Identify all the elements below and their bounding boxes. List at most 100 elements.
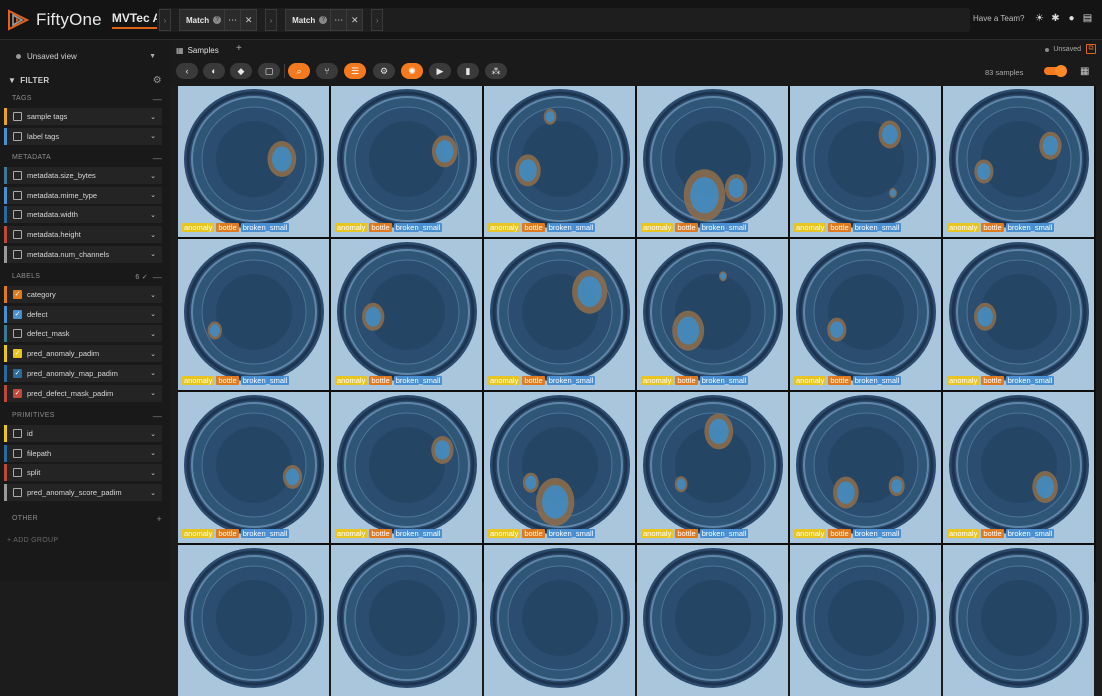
- collapse-icon[interactable]: —: [153, 411, 162, 421]
- group-header-primitives[interactable]: PRIMITIVES —: [12, 411, 162, 421]
- sample-card[interactable]: anomaly bottle broken_small: [637, 239, 788, 390]
- patches-icon[interactable]: ▢: [258, 63, 280, 79]
- field-checkbox[interactable]: ✓: [13, 309, 22, 319]
- gear-icon[interactable]: ⚙: [153, 75, 162, 86]
- more-options-icon[interactable]: ⋯: [224, 10, 240, 30]
- sample-card[interactable]: [178, 545, 329, 696]
- embeddings-scatter-icon[interactable]: ⁂: [485, 63, 507, 79]
- field-row[interactable]: metadata.mime_type ⌄: [4, 186, 162, 204]
- field-checkbox[interactable]: ✓: [13, 368, 22, 378]
- sample-card[interactable]: anomaly bottle broken_small: [790, 392, 941, 543]
- help-icon[interactable]: ?: [213, 16, 222, 24]
- add-stage-button[interactable]: ›: [371, 9, 384, 31]
- collapse-icon[interactable]: —: [153, 272, 162, 282]
- field-checkbox[interactable]: ✓: [13, 349, 22, 359]
- chevron-down-icon[interactable]: ⌄: [150, 172, 156, 180]
- similarity-search-icon[interactable]: ⌕: [288, 63, 310, 79]
- field-checkbox[interactable]: [13, 448, 22, 458]
- field-checkbox[interactable]: [13, 249, 22, 259]
- logo[interactable]: FiftyOne: [6, 8, 102, 32]
- sample-card[interactable]: anomaly bottle broken_small: [943, 86, 1094, 237]
- sample-card[interactable]: [484, 545, 635, 696]
- sample-card[interactable]: anomaly bottle broken_small: [331, 239, 482, 390]
- collapse-icon[interactable]: —: [153, 153, 162, 163]
- sample-card[interactable]: anomaly bottle broken_small: [331, 392, 482, 543]
- field-checkbox[interactable]: [13, 210, 22, 220]
- chevron-down-icon[interactable]: ⌄: [150, 310, 156, 318]
- field-row[interactable]: split ⌄: [4, 464, 162, 482]
- field-checkbox[interactable]: [13, 230, 22, 240]
- field-row[interactable]: sample tags ⌄: [4, 108, 162, 125]
- group-header-labels[interactable]: LABELS 6 ✓ —: [12, 272, 162, 282]
- slack-icon[interactable]: ✱: [1050, 13, 1061, 24]
- sample-card[interactable]: anomaly bottle broken_small: [484, 239, 635, 390]
- field-row[interactable]: ✓ pred_anomaly_map_padim ⌄: [4, 364, 162, 382]
- sample-card[interactable]: [790, 545, 941, 696]
- settings-gear-icon[interactable]: ⚙: [373, 63, 395, 79]
- back-arrow-icon[interactable]: ‹: [176, 63, 198, 79]
- sample-card[interactable]: anomaly bottle broken_small: [331, 86, 482, 237]
- saved-view-select[interactable]: Unsaved view ▼: [4, 47, 162, 65]
- field-row[interactable]: ✓ category ⌄: [4, 286, 162, 303]
- field-row[interactable]: id ⌄: [4, 425, 162, 442]
- sample-card[interactable]: anomaly bottle broken_small: [637, 392, 788, 543]
- group-header-other[interactable]: OTHER +: [12, 514, 162, 524]
- help-icon[interactable]: ?: [319, 16, 328, 24]
- chevron-down-icon[interactable]: ⌄: [150, 389, 156, 397]
- chevron-down-icon[interactable]: ⌄: [150, 350, 156, 358]
- view-stage[interactable]: Match ? ⋯ ✕: [285, 9, 364, 31]
- chevron-down-icon[interactable]: ⌄: [150, 430, 156, 438]
- field-row[interactable]: defect_mask ⌄: [4, 325, 162, 343]
- field-row[interactable]: ✓ pred_defect_mask_padim ⌄: [4, 384, 162, 402]
- sample-card[interactable]: anomaly bottle broken_small: [178, 392, 329, 543]
- field-row[interactable]: metadata.size_bytes ⌄: [4, 167, 162, 184]
- have-a-team-link[interactable]: Have a Team?: [973, 14, 1024, 23]
- grid-layout-icon[interactable]: ▦: [1080, 66, 1089, 77]
- chevron-down-icon[interactable]: ⌄: [150, 469, 156, 477]
- tab-samples[interactable]: ▦ Samples: [176, 43, 219, 57]
- save-icon[interactable]: ⧉: [1086, 44, 1096, 54]
- sample-card[interactable]: anomaly bottle broken_small: [790, 86, 941, 237]
- sample-card[interactable]: anomaly bottle broken_small: [178, 239, 329, 390]
- field-checkbox[interactable]: ✓: [13, 290, 22, 299]
- sort-list-icon[interactable]: ☰: [344, 63, 366, 79]
- field-row[interactable]: label tags ⌄: [4, 127, 162, 145]
- sample-card[interactable]: anomaly bottle broken_small: [484, 392, 635, 543]
- sample-card[interactable]: [331, 545, 482, 696]
- expand-icon[interactable]: +: [156, 514, 162, 524]
- tag-icon[interactable]: ◆: [230, 63, 252, 79]
- field-checkbox[interactable]: [13, 171, 22, 180]
- chevron-down-icon[interactable]: ⌄: [150, 132, 156, 140]
- chevron-down-icon[interactable]: ⌄: [150, 369, 156, 377]
- bar-chart-icon[interactable]: ▮: [457, 63, 479, 79]
- chevron-down-icon[interactable]: ⌄: [150, 231, 156, 239]
- theme-sun-icon[interactable]: ☀: [1034, 13, 1045, 24]
- chevron-down-icon[interactable]: ⌄: [150, 449, 156, 457]
- sample-card[interactable]: anomaly bottle broken_small: [943, 239, 1094, 390]
- add-group-button[interactable]: + ADD GROUP: [7, 537, 58, 544]
- github-icon[interactable]: ●: [1066, 13, 1077, 24]
- chevron-down-icon[interactable]: ⌄: [150, 330, 156, 338]
- field-checkbox[interactable]: [13, 429, 22, 438]
- color-palette-icon[interactable]: ◐: [203, 63, 225, 79]
- sample-card[interactable]: [637, 545, 788, 696]
- docs-book-icon[interactable]: ▤: [1082, 13, 1093, 24]
- field-checkbox[interactable]: [13, 112, 22, 121]
- collapse-icon[interactable]: —: [153, 94, 162, 104]
- grid-zoom-slider[interactable]: [1044, 65, 1067, 77]
- field-row[interactable]: ✓ defect ⌄: [4, 305, 162, 323]
- field-checkbox[interactable]: [13, 190, 22, 200]
- merge-icon[interactable]: ⑂: [316, 63, 338, 79]
- field-row[interactable]: filepath ⌄: [4, 444, 162, 462]
- openai-icon[interactable]: ✺: [401, 63, 423, 79]
- close-icon[interactable]: ✕: [240, 10, 256, 30]
- chevron-down-icon[interactable]: ⌄: [150, 211, 156, 219]
- chevron-down-icon[interactable]: ⌄: [150, 113, 156, 121]
- view-stage[interactable]: Match ? ⋯ ✕: [179, 9, 258, 31]
- chevron-down-icon[interactable]: ⌄: [150, 191, 156, 199]
- field-row[interactable]: metadata.height ⌄: [4, 226, 162, 244]
- add-panel-button[interactable]: +: [236, 43, 242, 54]
- chevron-down-icon[interactable]: ⌄: [150, 291, 156, 299]
- field-checkbox[interactable]: [13, 468, 22, 478]
- field-checkbox[interactable]: [13, 329, 22, 339]
